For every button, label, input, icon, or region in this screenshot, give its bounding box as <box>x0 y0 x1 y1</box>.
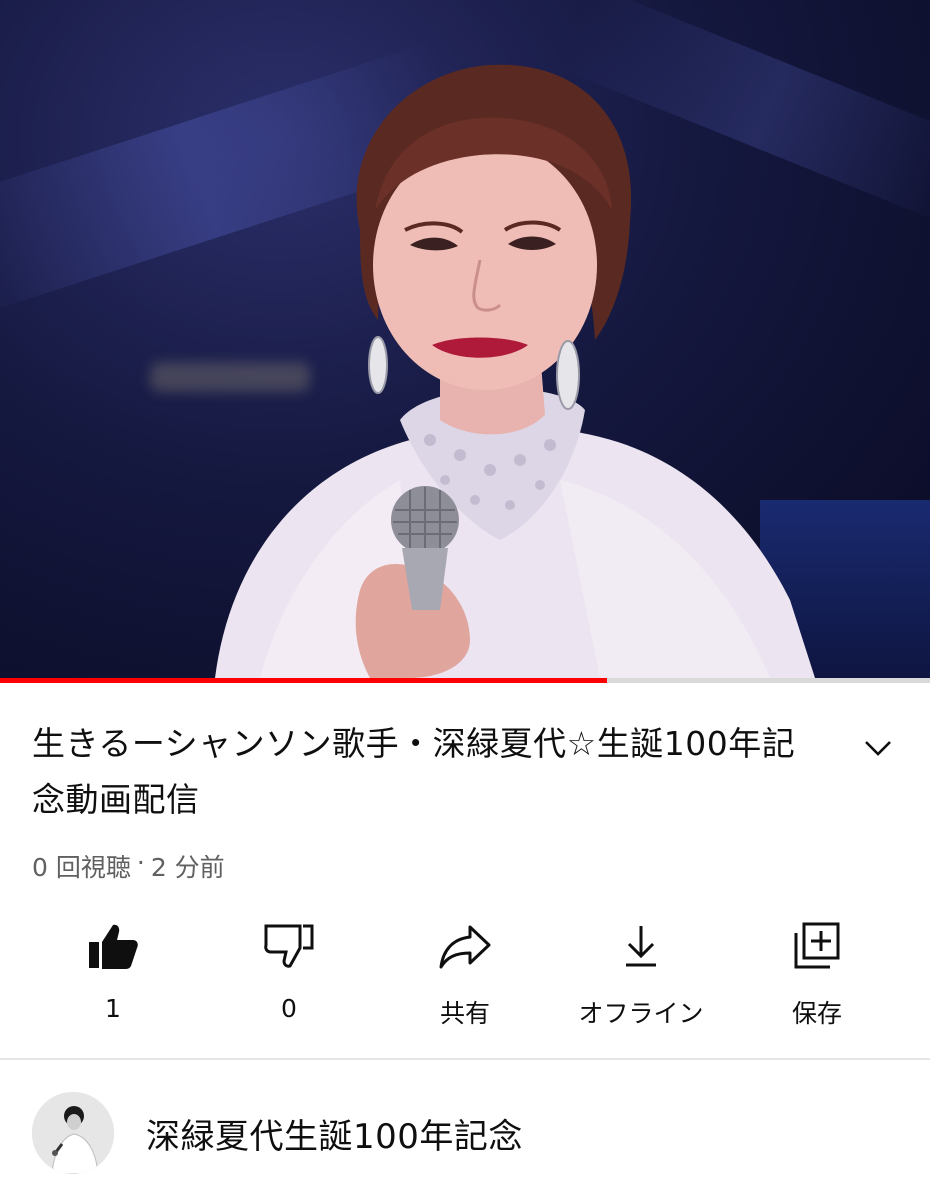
thumbs-down-icon <box>261 918 317 974</box>
video-meta: 0 回視聴 · 2 分前 <box>32 848 225 884</box>
title-row: 生きるーシャンソン歌手・深緑夏代☆生誕100年記念動画配信 <box>32 716 898 828</box>
share-label: 共有 <box>439 999 490 1028</box>
progress-fill <box>0 678 608 683</box>
upload-time: 2 分前 <box>150 853 225 882</box>
like-count: 1 <box>105 994 121 1023</box>
progress-bar[interactable] <box>0 678 930 683</box>
dislike-count: 0 <box>281 994 297 1023</box>
view-count: 0 回視聴 <box>32 853 131 882</box>
download-label: オフライン <box>578 999 704 1028</box>
action-bar: 1 0 共有 オフライン 保存 <box>0 912 930 1032</box>
video-title[interactable]: 生きるーシャンソン歌手・深緑夏代☆生誕100年記念動画配信 <box>32 716 822 828</box>
share-icon <box>437 918 493 974</box>
share-button[interactable]: 共有 <box>377 912 553 1032</box>
avatar[interactable] <box>32 1092 114 1174</box>
save-button[interactable]: 保存 <box>729 912 905 1032</box>
meta-separator: · <box>136 848 145 877</box>
save-label: 保存 <box>791 999 842 1028</box>
download-icon <box>613 918 669 974</box>
video-player[interactable] <box>0 0 930 678</box>
channel-row[interactable]: 深緑夏代生誕100年記念 <box>32 1090 523 1176</box>
like-button[interactable]: 1 <box>25 912 201 1032</box>
thumbs-up-icon <box>85 918 141 974</box>
singer-image <box>215 64 815 678</box>
dislike-button[interactable]: 0 <box>201 912 377 1032</box>
save-playlist-icon <box>789 918 845 974</box>
channel-name[interactable]: 深緑夏代生誕100年記念 <box>146 1109 523 1158</box>
chevron-down-icon[interactable] <box>858 728 898 768</box>
download-button[interactable]: オフライン <box>553 912 729 1032</box>
divider <box>0 1058 930 1060</box>
